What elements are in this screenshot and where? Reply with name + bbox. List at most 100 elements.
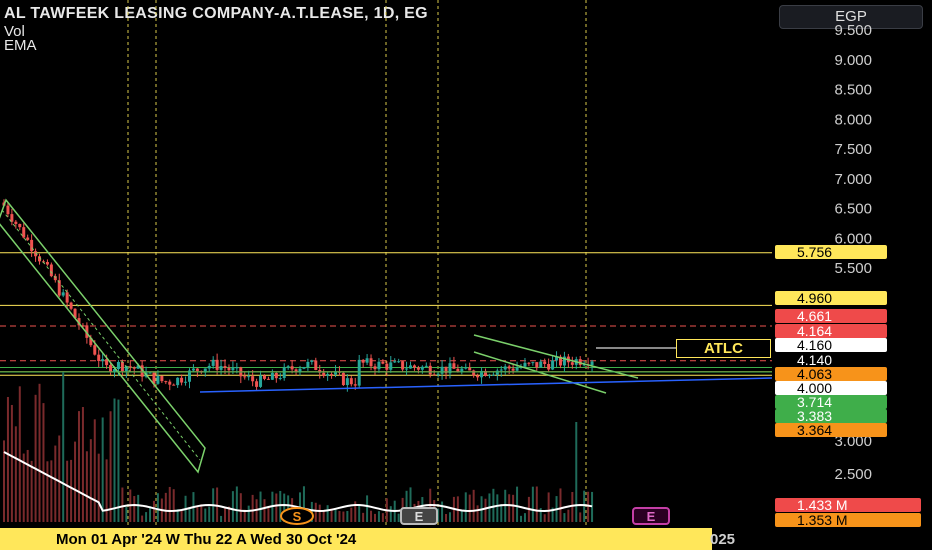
candle-body [416, 367, 420, 370]
volume-bar [512, 494, 515, 522]
candle-body [235, 367, 239, 369]
volume-bar [172, 489, 175, 522]
price-label: 5.756 [797, 244, 832, 260]
volume-label: 1.433 M [797, 497, 848, 513]
candle-body [231, 367, 235, 371]
volume-bar [567, 509, 570, 522]
candle-body [468, 367, 472, 371]
candle-body [539, 361, 543, 368]
candle-body [551, 360, 555, 370]
y-tick-label: 8.000 [834, 111, 872, 128]
candle-body [164, 381, 168, 383]
candle-body [160, 375, 164, 382]
candle-body [535, 362, 539, 368]
candle-body [302, 367, 306, 369]
volume-bar [81, 407, 84, 522]
candle-body [61, 292, 65, 296]
volume-bar [152, 500, 155, 522]
volume-bar [579, 512, 582, 522]
volume-bar [314, 502, 317, 522]
y-tick-label: 7.500 [834, 141, 872, 158]
candle-body [401, 361, 405, 370]
volume-bar [464, 492, 467, 522]
candle-body [472, 370, 476, 376]
volume-bar [587, 491, 590, 522]
volume-bar [397, 513, 400, 522]
volume-bar [460, 510, 463, 522]
volume-bar [231, 491, 234, 522]
volume-bar [224, 506, 227, 522]
price-label: 4.960 [797, 290, 832, 306]
candle-body [507, 366, 511, 369]
candle-body [361, 359, 365, 363]
candle-body [14, 221, 18, 224]
y-tick-label: 5.500 [834, 260, 872, 277]
volume-bar [563, 513, 566, 522]
volume-bar [97, 453, 100, 522]
candle-body [405, 368, 409, 370]
price-label: 4.160 [797, 337, 832, 353]
candle-body [464, 367, 468, 369]
ticker-tag: ATLC [676, 339, 771, 358]
event-marker-label: E [647, 509, 656, 524]
candle-body [330, 374, 334, 376]
event-marker-label: S [293, 509, 302, 524]
candle-body [69, 302, 73, 309]
y-tick-label: 2.500 [834, 466, 872, 483]
price-label: 4.661 [797, 308, 832, 324]
volume-bar [267, 507, 270, 522]
candle-body [523, 362, 527, 367]
price-label: 3.364 [797, 422, 832, 438]
candle-body [570, 362, 574, 365]
candle-body [543, 361, 547, 364]
volume-bar [62, 372, 65, 522]
volume-bar [26, 449, 29, 522]
candle-body [432, 374, 436, 376]
volume-bar [516, 486, 519, 522]
candle-body [357, 359, 361, 386]
candle-body [377, 361, 381, 370]
volume-bar [350, 507, 353, 522]
candle-body [93, 345, 97, 355]
volume-bar [342, 511, 345, 522]
candle-body [211, 359, 215, 366]
candle-body [243, 376, 247, 378]
volume-bar [168, 486, 171, 522]
volume-bar [559, 488, 562, 522]
candle-body [262, 375, 266, 379]
volume-label: 1.353 M [797, 512, 848, 528]
candle-body [49, 264, 53, 277]
volume-bar [334, 508, 337, 522]
volume-bar [445, 514, 448, 522]
candle-body [207, 365, 211, 369]
candle-body [436, 373, 440, 375]
volume-bar [492, 488, 495, 522]
volume-bar [322, 511, 325, 522]
y-tick-label: 6.500 [834, 201, 872, 218]
volume-bar [247, 505, 250, 522]
volume-bar [18, 386, 21, 522]
candle-body [109, 365, 113, 373]
volume-bar [535, 486, 538, 522]
volume-bar [318, 504, 321, 522]
candle-body [172, 384, 176, 386]
volume-bar [346, 510, 349, 522]
candle-body [547, 363, 551, 370]
candle-body [310, 360, 314, 362]
volume-bar [101, 417, 104, 522]
volume-bar [141, 515, 144, 522]
candle-body [251, 376, 255, 382]
candle-body [120, 361, 124, 372]
y-tick-label: 9.500 [834, 22, 872, 39]
volume-bar [113, 398, 116, 522]
candle-body [6, 205, 10, 215]
candle-body [184, 381, 188, 383]
candle-body [148, 372, 152, 374]
candle-body [298, 368, 302, 372]
volume-bar [366, 495, 369, 522]
volume-bar [583, 490, 586, 522]
candle-body [176, 377, 180, 386]
volume-bar [200, 504, 203, 522]
price-chart[interactable]: S E E 9.500 9.000 8.500 8.000 7.500 7.000 6.500 6.… [0, 0, 932, 550]
trend-line [199, 377, 773, 393]
